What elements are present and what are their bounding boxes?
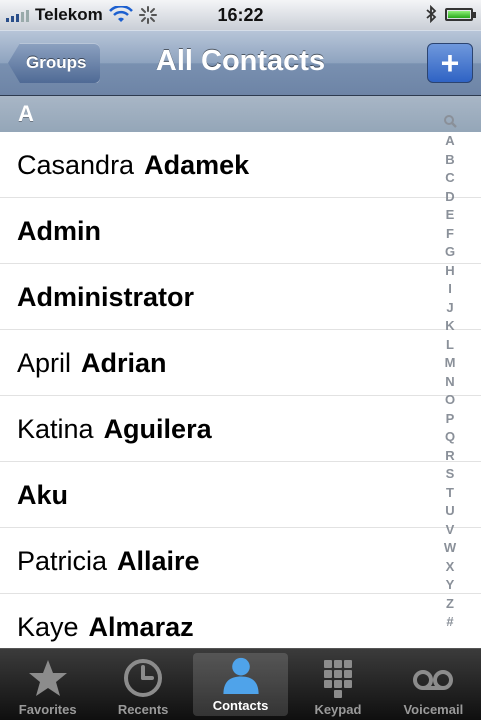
tab-favorites[interactable]: Favorites <box>0 649 95 720</box>
tab-label: Contacts <box>212 698 269 713</box>
index-letter[interactable]: S <box>446 465 455 484</box>
contact-last-name: Allaire <box>117 546 200 576</box>
contact-first-name: Casandra <box>17 150 135 180</box>
contacts-list[interactable]: Casandra Adamek Admin Administrator April Adr… <box>0 132 481 648</box>
contact-row[interactable]: Aku <box>0 462 481 528</box>
index-letter[interactable]: P <box>446 410 455 429</box>
contact-last-name: Almaraz <box>88 612 194 642</box>
groups-back-button[interactable]: Groups <box>8 43 101 83</box>
index-letter[interactable]: E <box>446 206 455 225</box>
index-letter[interactable]: W <box>444 539 456 558</box>
contact-first-name: Katina <box>17 414 94 444</box>
index-letter[interactable]: X <box>446 558 455 577</box>
contact-last-name: Aguilera <box>103 414 212 444</box>
index-letter[interactable]: L <box>446 336 454 355</box>
contacts-screen: Telekom 16:22 Groups All Contacts + A Ca… <box>0 0 481 720</box>
tab-contacts[interactable]: Contacts <box>192 653 289 716</box>
person-icon <box>222 657 259 695</box>
index-letter[interactable]: J <box>446 299 453 318</box>
add-contact-button[interactable]: + <box>427 43 473 83</box>
contact-last-name: Adrian <box>81 348 167 378</box>
search-icon[interactable] <box>443 114 457 128</box>
clock-icon <box>124 659 163 697</box>
tab-voicemail[interactable]: Voicemail <box>386 649 481 720</box>
contact-row[interactable]: Admin <box>0 198 481 264</box>
tab-label: Favorites <box>18 702 77 717</box>
index-letter[interactable]: M <box>445 354 456 373</box>
index-letter[interactable]: N <box>445 373 454 392</box>
index-letter[interactable]: Z <box>446 595 454 614</box>
index-letter[interactable]: T <box>446 484 454 503</box>
index-letter[interactable]: F <box>446 225 454 244</box>
index-letter[interactable]: O <box>445 391 455 410</box>
status-right <box>425 5 476 23</box>
battery-icon <box>445 7 476 21</box>
tab-recents[interactable]: Recents <box>95 649 190 720</box>
contact-last-name: Aku <box>17 480 69 510</box>
contact-row[interactable]: Patricia Allaire <box>0 528 481 594</box>
index-letter[interactable]: V <box>446 521 455 540</box>
index-letter[interactable]: Y <box>446 576 455 595</box>
index-letter[interactable]: K <box>445 317 454 336</box>
tab-label: Recents <box>117 702 169 717</box>
bluetooth-icon <box>426 5 437 23</box>
status-bar: Telekom 16:22 <box>0 0 481 30</box>
index-letter[interactable]: R <box>445 447 454 466</box>
index-letter[interactable]: U <box>445 502 454 521</box>
contact-first-name: Patricia <box>17 546 108 576</box>
tab-label: Keypad <box>314 702 362 717</box>
navigation-bar: Groups All Contacts + <box>0 30 481 96</box>
keypad-icon <box>323 660 352 698</box>
index-letter[interactable]: # <box>446 613 453 632</box>
contact-last-name: Administrator <box>17 282 195 312</box>
contact-row[interactable]: April Adrian <box>0 330 481 396</box>
index-letter[interactable]: A <box>445 132 454 151</box>
index-letter[interactable]: B <box>445 151 454 170</box>
star-icon <box>28 660 67 696</box>
contact-first-name: Kaye <box>17 612 79 642</box>
voicemail-icon <box>413 670 454 690</box>
contact-last-name: Admin <box>17 216 101 246</box>
tab-keypad[interactable]: Keypad <box>290 649 385 720</box>
index-letter[interactable]: C <box>445 169 454 188</box>
contact-row[interactable]: Casandra Adamek <box>0 132 481 198</box>
contact-row[interactable]: Katina Aguilera <box>0 396 481 462</box>
contact-last-name: Adamek <box>144 150 250 180</box>
section-header: A <box>0 96 481 132</box>
tab-bar: Favorites Recents Contacts Keypad Voicem… <box>0 648 481 720</box>
index-letter[interactable]: G <box>445 243 455 262</box>
index-letter[interactable]: Q <box>445 428 455 447</box>
status-time: 16:22 <box>217 5 264 25</box>
contact-row[interactable]: Kaye Almaraz <box>0 594 481 648</box>
alphabet-index[interactable]: A B C D E F G H I J K L M N O P Q R S T U V W X Y Z # <box>437 114 463 632</box>
index-letter[interactable]: D <box>445 188 454 207</box>
index-letter[interactable]: H <box>445 262 454 281</box>
index-letter[interactable]: I <box>448 280 452 299</box>
contact-first-name: April <box>17 348 72 378</box>
tab-label: Voicemail <box>403 702 464 717</box>
contact-row[interactable]: Administrator <box>0 264 481 330</box>
